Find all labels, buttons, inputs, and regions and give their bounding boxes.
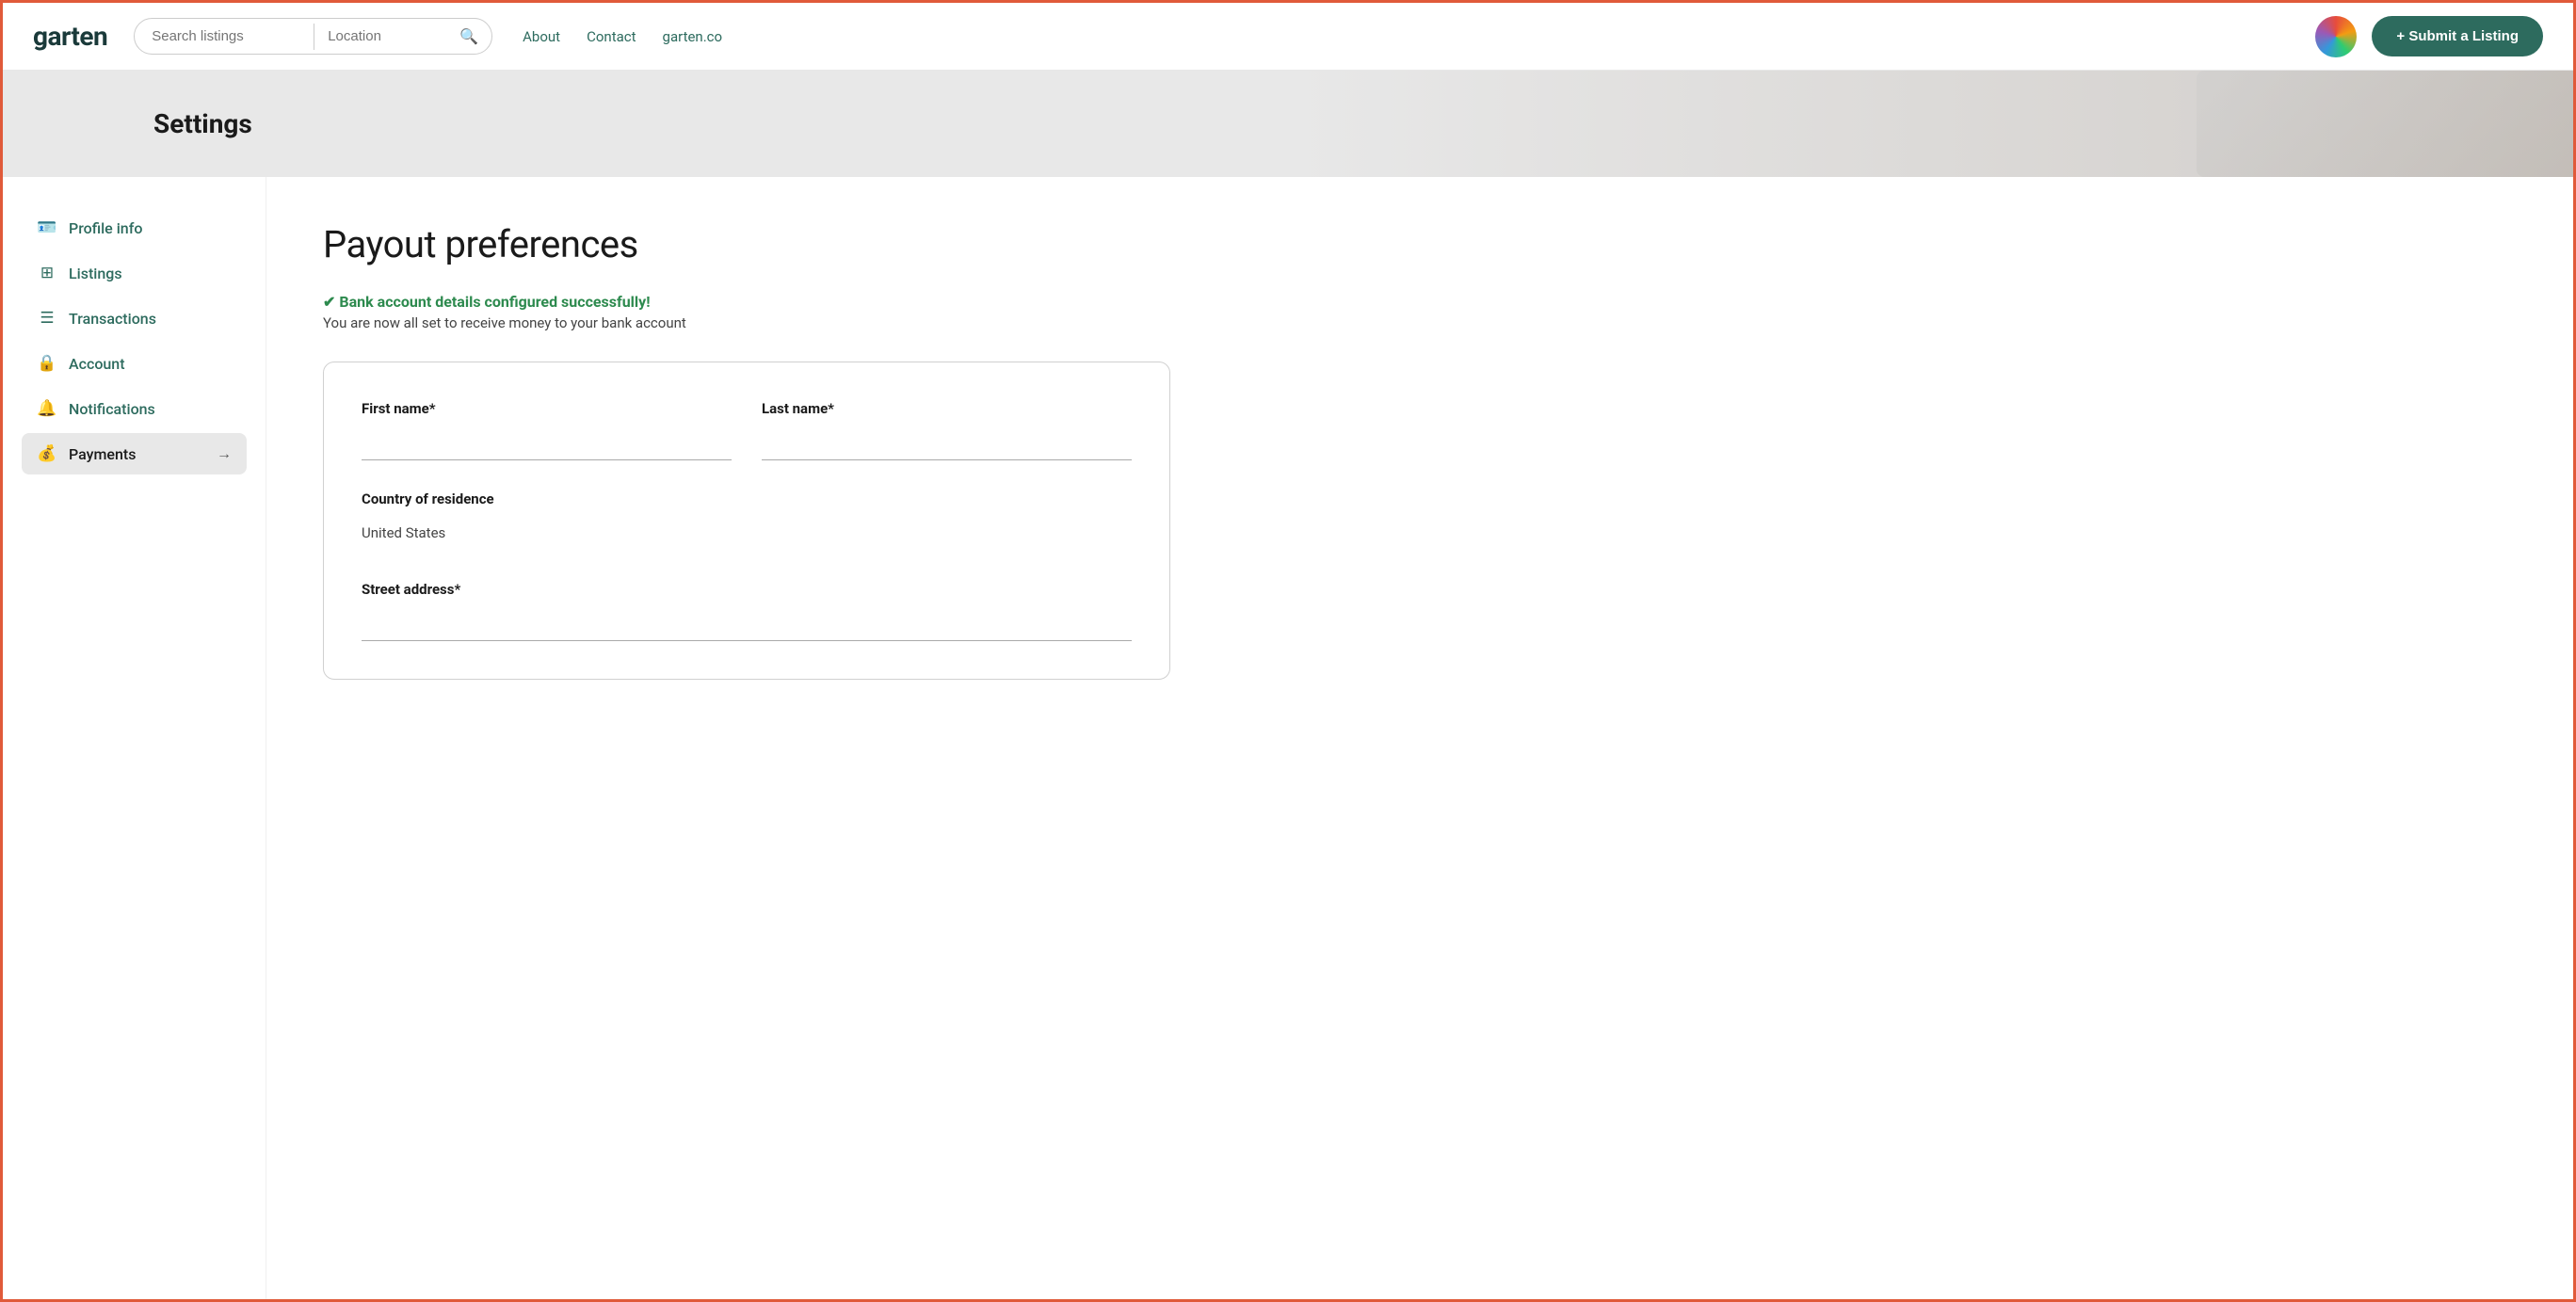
search-button[interactable]: 🔍 — [446, 20, 491, 54]
main-content: Payout preferences ✔ Bank account detail… — [266, 177, 2573, 1299]
country-group: Country of residence United States — [362, 490, 1132, 551]
main-layout: 🪪 Profile info ⊞ Listings ☰ Transactions… — [3, 177, 2573, 1299]
country-label: Country of residence — [362, 490, 1132, 507]
search-input[interactable] — [135, 19, 314, 54]
sidebar-item-profile-info[interactable]: 🪪 Profile info — [22, 207, 247, 249]
submit-listing-button[interactable]: + Submit a Listing — [2372, 16, 2543, 56]
search-bar: 🔍 — [134, 18, 492, 55]
settings-title: Settings — [153, 108, 2536, 139]
sidebar-item-label: Account — [69, 355, 125, 373]
sidebar-item-label: Transactions — [69, 310, 156, 328]
notifications-icon: 🔔 — [37, 399, 57, 418]
nav-links: About Contact garten.co — [523, 28, 2300, 45]
country-value: United States — [362, 515, 1132, 551]
nav-about[interactable]: About — [523, 28, 560, 45]
success-sub: You are now all set to receive money to … — [323, 314, 2517, 331]
first-name-label: First name* — [362, 400, 732, 417]
page-title: Payout preferences — [323, 222, 2517, 266]
sidebar-item-transactions[interactable]: ☰ Transactions — [22, 297, 247, 339]
first-name-input[interactable] — [362, 425, 732, 460]
payout-form-card: First name* Last name* Country of reside… — [323, 362, 1170, 680]
first-name-group: First name* — [362, 400, 732, 460]
sidebar-item-label: Profile info — [69, 219, 142, 237]
last-name-group: Last name* — [762, 400, 1132, 460]
sidebar-item-listings[interactable]: ⊞ Listings — [22, 252, 247, 294]
sidebar-item-notifications[interactable]: 🔔 Notifications — [22, 388, 247, 429]
sidebar-item-label: Payments — [69, 445, 136, 463]
street-address-group: Street address* — [362, 581, 1132, 641]
success-banner: ✔ Bank account details configured succes… — [323, 293, 2517, 331]
street-address-label: Street address* — [362, 581, 1132, 598]
listings-icon: ⊞ — [37, 264, 57, 282]
header-right: + Submit a Listing — [2315, 16, 2543, 57]
name-row: First name* Last name* — [362, 400, 1132, 460]
last-name-label: Last name* — [762, 400, 1132, 417]
sidebar-item-account[interactable]: 🔒 Account — [22, 343, 247, 384]
sidebar-item-label: Notifications — [69, 400, 155, 418]
sidebar: 🪪 Profile info ⊞ Listings ☰ Transactions… — [3, 177, 266, 1299]
nav-garten-co[interactable]: garten.co — [663, 28, 723, 45]
street-address-input[interactable] — [362, 605, 1132, 641]
location-input[interactable] — [314, 19, 446, 54]
avatar[interactable] — [2315, 16, 2357, 57]
logo[interactable]: garten — [33, 21, 107, 52]
account-icon: 🔒 — [37, 354, 57, 373]
transactions-icon: ☰ — [37, 309, 57, 328]
profile-info-icon: 🪪 — [37, 218, 57, 237]
payments-icon: 💰 — [37, 444, 57, 463]
header: garten 🔍 About Contact garten.co + Submi… — [3, 3, 2573, 71]
sidebar-item-label: Listings — [69, 265, 122, 282]
settings-hero: Settings — [3, 71, 2573, 177]
sidebar-item-payments[interactable]: 💰 Payments → — [22, 433, 247, 474]
last-name-input[interactable] — [762, 425, 1132, 460]
sidebar-active-arrow: → — [217, 444, 232, 463]
nav-contact[interactable]: Contact — [587, 28, 636, 45]
success-title: ✔ Bank account details configured succes… — [323, 293, 2517, 311]
